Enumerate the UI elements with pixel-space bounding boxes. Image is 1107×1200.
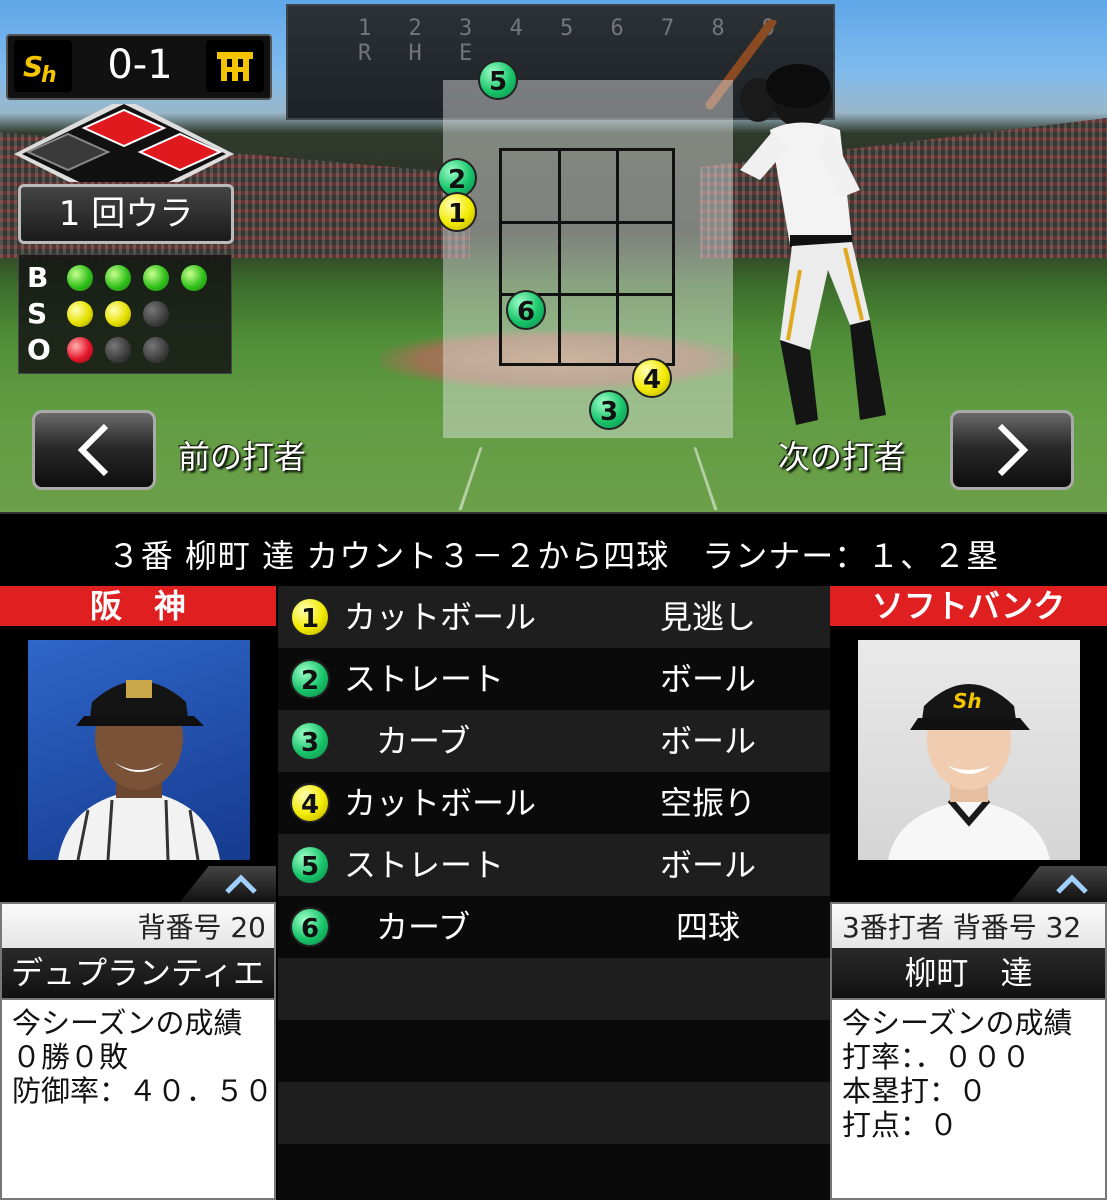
hanshin-logo-icon xyxy=(206,40,264,92)
empty-row xyxy=(278,1144,830,1200)
softbank-logo-icon: S h xyxy=(14,40,72,92)
pitch-marker: 3 xyxy=(589,390,629,430)
pitch-result: ボール xyxy=(659,660,756,698)
scorebox: S h 0-1 xyxy=(6,34,272,100)
batter-number: 3番打者 背番号 32 xyxy=(842,911,1082,944)
pitch-row[interactable]: 2 ストレート ボール xyxy=(278,648,830,710)
pitch-marker: 1 xyxy=(437,192,477,232)
pitch-result: 空振り xyxy=(659,784,756,822)
pitcher-photo xyxy=(28,640,250,860)
batter-photo: Sh xyxy=(858,640,1080,860)
pitch-type: カーブ xyxy=(344,908,471,946)
pitch-type: カットボール xyxy=(344,784,537,822)
pitcher-expand-toggle[interactable] xyxy=(180,866,276,902)
pitch-row[interactable]: 3 カーブ ボール xyxy=(278,710,830,772)
pitch-number-badge: 4 xyxy=(290,783,330,823)
pitcher-namebox: 背番号 20 デュプランティエ xyxy=(0,902,276,998)
balls-label: B xyxy=(27,261,49,294)
ball-light xyxy=(143,265,169,291)
ball-light xyxy=(67,265,93,291)
section-divider xyxy=(0,512,1107,526)
pitch-type: カットボール xyxy=(344,598,537,636)
pitch-row[interactable]: 6 カーブ 四球 xyxy=(278,896,830,958)
pitch-number-badge: 1 xyxy=(290,597,330,637)
chevron-right-icon xyxy=(997,423,1029,477)
svg-text:h: h xyxy=(41,63,57,86)
next-batter-button[interactable] xyxy=(950,410,1074,490)
pitch-row[interactable]: 4 カットボール 空振り xyxy=(278,772,830,834)
pitch-number-badge: 6 xyxy=(290,907,330,947)
chevron-up-icon xyxy=(225,874,257,894)
batter-namebox: 3番打者 背番号 32 柳町 達 xyxy=(830,902,1107,998)
pitch-marker: 4 xyxy=(632,358,672,398)
at-bat-summary: ３番 柳町 達 カウント３－２から四球 ランナー：１、２塁 xyxy=(107,537,1000,575)
chevron-up-icon xyxy=(1056,874,1088,894)
strike-zone-grid xyxy=(499,148,675,366)
pitch-marker: 5 xyxy=(478,60,518,100)
ball-light xyxy=(181,265,207,291)
pitch-marker: 6 xyxy=(506,290,546,330)
pitch-row[interactable]: 5 ストレート ボール xyxy=(278,834,830,896)
out-light xyxy=(67,337,93,363)
empty-row xyxy=(278,1020,830,1082)
pitch-result: 四球 xyxy=(675,908,740,946)
out-light xyxy=(143,337,169,363)
pitch-result: ボール xyxy=(659,722,756,760)
ball-strike-out-count: B S O xyxy=(18,254,232,374)
pitcher-team-header: 阪 神 xyxy=(0,586,276,626)
chevron-left-icon xyxy=(77,423,109,477)
pitch-list: 1 カットボール 見逃し 2 ストレート ボール 3 カーブ ボール 4 カット… xyxy=(278,586,830,1200)
pitch-row[interactable]: 1 カットボール 見逃し xyxy=(278,586,830,648)
base-runners-diamond xyxy=(14,104,234,182)
batter-name: 柳町 達 xyxy=(832,948,1105,998)
strikes-label: S xyxy=(27,297,48,330)
previous-batter-button[interactable] xyxy=(32,410,156,490)
game-score: 0-1 xyxy=(107,42,173,88)
batter-expand-toggle[interactable] xyxy=(1011,866,1107,902)
strike-light xyxy=(105,301,131,327)
pitch-type: カーブ xyxy=(344,722,471,760)
pitch-type: ストレート xyxy=(344,660,505,698)
pitcher-season-stats: 今シーズンの成績 ０勝０敗 防御率：４０．５０ xyxy=(0,998,276,1200)
pitch-number-badge: 2 xyxy=(290,659,330,699)
ball-light xyxy=(105,265,131,291)
out-light xyxy=(105,337,131,363)
pitch-type: ストレート xyxy=(344,846,505,884)
batter-team-header: ソフトバンク xyxy=(830,586,1107,626)
strike-light xyxy=(67,301,93,327)
strike-light xyxy=(143,301,169,327)
pitch-result: 見逃し xyxy=(659,598,756,636)
svg-text:Sh: Sh xyxy=(953,689,982,713)
inning-indicator: 1 回ウラ xyxy=(18,184,234,244)
batters-box-lines xyxy=(458,447,718,511)
pitch-scene: 1 2 3 4 5 6 7 8 9 R H E S h 0-1 1 回ウラ B … xyxy=(0,0,1107,512)
pitch-result: ボール xyxy=(659,846,756,884)
batter-season-stats: 今シーズンの成績 打率：．０００ 本塁打：０ 打点：０ xyxy=(830,998,1107,1200)
next-batter-label[interactable]: 次の打者 xyxy=(778,432,906,478)
pitch-number-badge: 3 xyxy=(290,721,330,761)
pitch-number-badge: 5 xyxy=(290,845,330,885)
empty-row xyxy=(278,1082,830,1144)
previous-batter-label[interactable]: 前の打者 xyxy=(178,432,306,478)
empty-row xyxy=(278,958,830,1020)
pitcher-number: 背番号 20 xyxy=(137,911,266,944)
pitcher-name: デュプランティエ xyxy=(2,948,274,998)
outs-label: O xyxy=(27,333,51,366)
